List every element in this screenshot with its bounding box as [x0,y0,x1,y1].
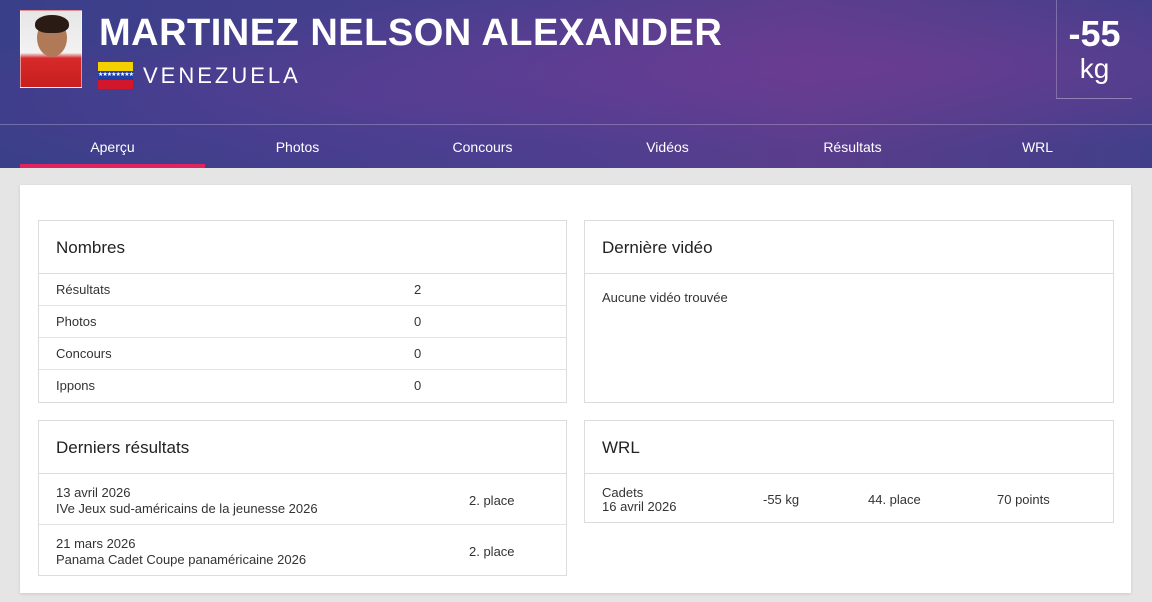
last-results-panel: Derniers résultats 13 avril 2026 IVe Jeu… [38,420,567,576]
athlete-country: ★★★★★★★★ VENEZUELA [98,62,301,89]
result-place: 2. place [469,493,515,508]
wrl-category: Cadets [602,485,644,500]
athlete-header: MARTINEZ NELSON ALEXANDER ★★★★★★★★ VENEZ… [0,0,1152,168]
weight-category: -55 kg [1056,0,1132,99]
last-results-title: Derniers résultats [39,421,566,474]
wrl-points: 70 points [997,492,1050,507]
stat-value: 0 [414,346,422,361]
wrl-place: 44. place [868,492,921,507]
numbers-title: Nombres [39,221,566,274]
last-video-title: Dernière vidéo [585,221,1113,274]
numbers-panel: Nombres Résultats 2 Photos 0 Concours 0 … [38,220,567,403]
last-video-panel: Dernière vidéo Aucune vidéo trouvée [584,220,1114,403]
stat-value: 2 [414,282,422,297]
stat-row: Résultats 2 [39,274,566,306]
profile-tabs: Aperçu Photos Concours Vidéos Résultats … [0,124,1152,168]
athlete-photo [20,10,82,88]
stat-label: Ippons [56,378,96,393]
stat-value: 0 [414,314,422,329]
result-date: 13 avril 2026 [56,485,131,500]
weight-unit: kg [1079,53,1110,84]
country-name: VENEZUELA [143,62,301,88]
overview-content: Nombres Résultats 2 Photos 0 Concours 0 … [20,185,1131,593]
wrl-row[interactable]: Cadets 16 avril 2026 -55 kg 44. place 70… [585,474,1113,522]
stat-row: Concours 0 [39,338,566,370]
stat-row: Photos 0 [39,306,566,338]
tab-overview[interactable]: Aperçu [20,125,205,168]
result-place: 2. place [469,544,515,559]
stat-label: Résultats [56,282,111,297]
wrl-title: WRL [585,421,1113,474]
stat-value: 0 [414,378,422,393]
wrl-date: 16 avril 2026 [602,499,677,514]
venezuela-flag-icon: ★★★★★★★★ [98,62,134,89]
wrl-panel: WRL Cadets 16 avril 2026 -55 kg 44. plac… [584,420,1114,523]
result-event[interactable]: IVe Jeux sud-américains de la jeunesse 2… [56,501,318,516]
result-row[interactable]: 13 avril 2026 IVe Jeux sud-américains de… [39,474,566,525]
weight-value: -55 [1068,13,1121,54]
result-date: 21 mars 2026 [56,536,136,551]
tab-photos[interactable]: Photos [205,125,390,168]
wrl-weight: -55 kg [763,492,800,507]
tab-videos[interactable]: Vidéos [575,125,760,168]
tab-competitions[interactable]: Concours [390,125,575,168]
stat-label: Concours [56,346,112,361]
result-row[interactable]: 21 mars 2026 Panama Cadet Coupe panaméri… [39,525,566,576]
athlete-name: MARTINEZ NELSON ALEXANDER [99,12,723,54]
stat-label: Photos [56,314,97,329]
tab-results[interactable]: Résultats [760,125,945,168]
tab-wrl[interactable]: WRL [945,125,1130,168]
stat-row: Ippons 0 [39,370,566,402]
avatar-hair [35,15,69,33]
result-event[interactable]: Panama Cadet Coupe panaméricaine 2026 [56,552,306,567]
no-video-message: Aucune vidéo trouvée [602,290,728,305]
